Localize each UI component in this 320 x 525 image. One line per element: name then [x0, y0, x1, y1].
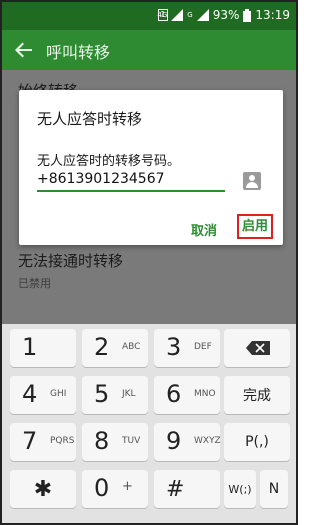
key-plus: + — [122, 479, 133, 494]
key-letters: TUV — [122, 436, 141, 446]
cancel-button[interactable]: 取消 — [191, 220, 217, 239]
wait-label: W(;) — [228, 482, 252, 496]
key-letters: ABC — [122, 342, 141, 352]
key-4[interactable]: 4 GHI — [10, 376, 76, 414]
battery-percent: 93% — [212, 8, 240, 22]
key-digit: 9 — [166, 427, 182, 455]
signal-icon-2 — [196, 9, 209, 21]
key-letters: PQRS — [50, 436, 75, 446]
enable-button[interactable]: 启用 — [237, 214, 273, 239]
key-2[interactable]: 2 ABC — [82, 329, 148, 367]
key-digit: 4 — [22, 380, 38, 408]
list-item-unreachable-forward[interactable]: 无法接通时转移 已禁用 — [18, 250, 123, 291]
key-3[interactable]: 3 DEF — [154, 329, 220, 367]
hash-label: # — [166, 476, 185, 502]
clock: 13:19 — [255, 8, 290, 22]
n-label: N — [268, 481, 280, 497]
n-key[interactable]: N — [260, 470, 288, 508]
phone-screen: 1 4G G 93% 13:19 呼叫转移 始终转移 无法接通时转移 已禁用 无… — [0, 0, 298, 525]
network-type-label: 4G — [157, 11, 168, 19]
key-digit: 0 — [94, 474, 110, 502]
key-letters: JKL — [122, 389, 136, 399]
key-7[interactable]: 7 PQRS — [10, 423, 76, 461]
back-arrow-icon[interactable] — [14, 40, 34, 60]
battery-icon — [243, 8, 252, 22]
forward-number-input[interactable] — [37, 168, 225, 192]
done-key[interactable]: 完成 — [224, 376, 290, 414]
dial-keyboard: 1 2 ABC 3 DEF 4 GHI 5 JKL 6 MNO 完成 7 PQR… — [2, 324, 296, 523]
dialog-message: 无人应答时的转移号码。 — [37, 154, 181, 169]
key-digit: 5 — [94, 380, 110, 408]
network-g-label: G — [187, 11, 193, 19]
pause-label: P(,) — [245, 434, 269, 450]
key-digit: 8 — [94, 427, 110, 455]
status-bar: 1 4G G 93% 13:19 — [2, 2, 296, 30]
key-0[interactable]: 0 + — [82, 470, 148, 508]
signal-icon — [171, 9, 184, 21]
key-letters: DEF — [194, 342, 212, 352]
list-item-subtitle: 已禁用 — [18, 277, 51, 290]
key-digit: 1 — [22, 333, 38, 361]
key-5[interactable]: 5 JKL — [82, 376, 148, 414]
key-digit: 6 — [166, 380, 182, 408]
list-item-title: 无法接通时转移 — [18, 252, 124, 270]
key-8[interactable]: 8 TUV — [82, 423, 148, 461]
hash-key[interactable]: # — [154, 470, 220, 508]
dialog-title: 无人应答时转移 — [37, 110, 143, 128]
pause-key[interactable]: P(,) — [224, 423, 290, 461]
done-label: 完成 — [243, 388, 271, 404]
key-6[interactable]: 6 MNO — [154, 376, 220, 414]
key-letters: WXYZ — [194, 436, 221, 446]
wait-key[interactable]: W(;) — [224, 470, 256, 508]
key-digit: 3 — [166, 333, 182, 361]
star-key[interactable]: ✱ — [10, 470, 76, 508]
page-title: 呼叫转移 — [46, 43, 111, 62]
key-9[interactable]: 9 WXYZ — [154, 423, 221, 461]
contact-icon[interactable] — [243, 172, 261, 190]
backspace-key[interactable] — [224, 329, 290, 367]
app-bar: 呼叫转移 — [2, 30, 296, 70]
key-digit: 7 — [22, 427, 38, 455]
star-label: ✱ — [33, 476, 53, 502]
forward-dialog: 无人应答时转移 无人应答时的转移号码。 取消 启用 — [19, 90, 283, 245]
backspace-icon — [246, 341, 270, 355]
key-letters: GHI — [50, 389, 67, 399]
key-1[interactable]: 1 — [10, 329, 76, 367]
status-icons: 4G G 93% 13:19 — [157, 8, 290, 22]
key-letters: MNO — [194, 389, 216, 399]
key-digit: 2 — [94, 333, 110, 361]
